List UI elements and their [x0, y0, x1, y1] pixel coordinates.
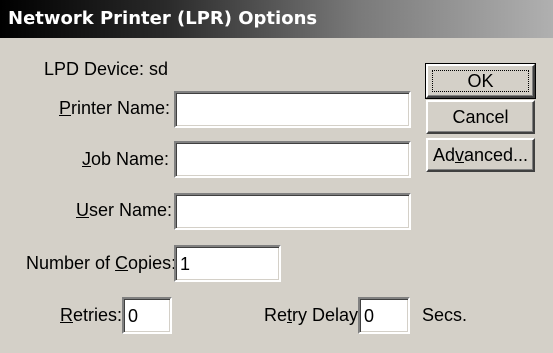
copies-input[interactable]: 1 — [174, 245, 281, 282]
cancel-button[interactable]: Cancel — [426, 100, 535, 134]
job-name-label-text: ob Name: — [91, 149, 170, 169]
user-name-label: User Name: — [76, 199, 172, 221]
copies-mnemonic: C — [115, 253, 129, 273]
retries-label-text: etries: — [73, 305, 123, 325]
lpd-device-label: LPD Device: sd — [44, 59, 169, 79]
retry-delay-label-text: ry Delay: — [292, 305, 364, 325]
printer-name-label: Printer Name: — [59, 97, 170, 119]
user-name-input[interactable] — [174, 193, 411, 230]
ok-button-focus-rect — [432, 70, 529, 92]
retry-delay-input[interactable]: 0 — [358, 297, 410, 334]
title-bar[interactable]: Network Printer (LPR) Options — [0, 0, 553, 38]
copies-label-text: opies: — [128, 253, 177, 273]
retry-delay-label-prefix: Re — [264, 305, 288, 325]
copies-label-prefix: Number of — [26, 253, 116, 273]
user-name-label-text: ser Name: — [89, 200, 173, 220]
printer-name-label-text: rinter Name: — [71, 98, 171, 118]
retries-mnemonic: R — [60, 305, 73, 325]
printer-name-mnemonic: P — [59, 98, 72, 118]
printer-name-input[interactable] — [174, 91, 411, 128]
retry-delay-unit: Secs. — [422, 305, 468, 325]
job-name-mnemonic: J — [82, 149, 91, 169]
retries-label: Retries: — [60, 304, 122, 326]
advanced-mnemonic: v — [454, 145, 464, 165]
user-name-mnemonic: U — [76, 200, 89, 220]
ok-button[interactable]: OK — [425, 63, 536, 99]
lpr-options-dialog: Network Printer (LPR) Options LPD Device… — [0, 0, 553, 353]
advanced-button[interactable]: Advanced... — [426, 138, 535, 172]
job-name-label: Job Name: — [82, 148, 169, 170]
advanced-label-prefix: Ad — [432, 145, 455, 165]
advanced-label-text: anced... — [463, 145, 529, 165]
job-name-input[interactable] — [174, 141, 411, 178]
copies-label: Number of Copies: — [26, 252, 176, 274]
window-title: Network Printer (LPR) Options — [8, 8, 318, 29]
retry-delay-label: Retry Delay: — [264, 304, 363, 326]
retries-input[interactable]: 0 — [122, 297, 172, 334]
